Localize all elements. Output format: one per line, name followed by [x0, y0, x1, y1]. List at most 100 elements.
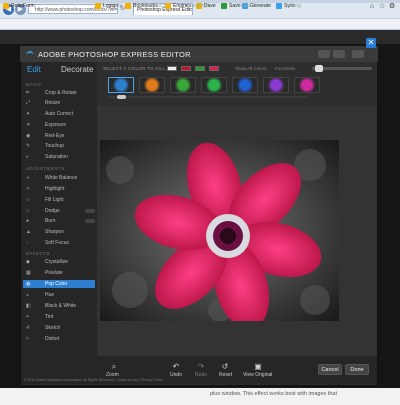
thumb-scrollbar-handle[interactable]: [117, 95, 126, 99]
flower-photo[interactable]: [100, 140, 339, 321]
pop-color-icon: ◍: [26, 281, 31, 287]
save-icon: [221, 2, 227, 9]
eye-icon: ◉: [26, 133, 31, 139]
site-nav-products[interactable]: Products: [145, 3, 167, 9]
highlight-icon: ✧: [26, 186, 31, 192]
view-original-icon[interactable]: ▣: [253, 362, 263, 371]
tab-decorate[interactable]: Decorate: [61, 65, 93, 74]
soft-focus-icon: ◌: [26, 240, 29, 246]
color-swatch-3[interactable]: [209, 66, 219, 71]
crop-icon: ⌗: [26, 90, 29, 96]
preview-thumb-7[interactable]: [294, 77, 320, 93]
view-original-button[interactable]: View Original: [243, 372, 272, 378]
tool-touchup[interactable]: ✎ Touchup: [23, 142, 95, 150]
color-swatch-white[interactable]: [167, 66, 177, 71]
section-basic: BASIC: [26, 82, 43, 87]
fullscreen-icon[interactable]: [352, 50, 364, 58]
settings-icon[interactable]: [333, 50, 345, 58]
site-nav-online-tools[interactable]: Online Tools: [235, 3, 265, 9]
saturation-icon: ◐: [26, 154, 30, 160]
gear-icon[interactable]: ⚙: [388, 3, 396, 11]
site-nav-blog[interactable]: Blog: [290, 3, 301, 9]
preview-thumb-3[interactable]: [170, 77, 196, 93]
tool-white-balance[interactable]: ◑ White Balance: [23, 174, 95, 182]
color-swatch-2[interactable]: [195, 66, 205, 71]
tool-highlight[interactable]: ✧ Highlight: [23, 185, 95, 193]
tool-soft-focus[interactable]: ◌ Soft Focus: [23, 239, 95, 247]
tool-pixelate[interactable]: ▦ Pixelate: [23, 269, 95, 277]
bookmarks-icon: [125, 2, 131, 9]
brush-icon: ✎: [26, 143, 31, 149]
black-white-icon: ◧: [26, 303, 31, 309]
sketch-icon: ✐: [26, 325, 31, 331]
site-nav-bar: [0, 30, 400, 44]
dodge-toggle[interactable]: [85, 209, 95, 213]
color-swatch-1[interactable]: [181, 66, 191, 71]
preview-thumb-5[interactable]: [232, 77, 258, 93]
site-body-text: plus window. This effect works best with…: [210, 391, 337, 397]
wrench-icon[interactable]: [318, 50, 330, 58]
tool-crystallize[interactable]: ◆ Crystallize: [23, 258, 95, 266]
show-all-colors-label[interactable]: Show All Colors: [235, 66, 267, 71]
tool-burn[interactable]: ● Burn: [23, 217, 95, 225]
sync-icon: [276, 2, 282, 9]
redo-icon[interactable]: ↷: [196, 362, 206, 371]
cancel-button[interactable]: Cancel: [318, 364, 342, 375]
tool-dodge[interactable]: ○ Dodge: [23, 207, 95, 215]
tool-resize[interactable]: ⤢ Resize: [23, 99, 95, 107]
preview-thumb-1[interactable]: [108, 77, 134, 93]
site-nav-learning[interactable]: Learning: [185, 3, 206, 9]
home-icon[interactable]: ⌂: [368, 3, 376, 11]
roboform-icon: [3, 2, 9, 9]
crystallize-icon: ◆: [26, 259, 30, 265]
tool-distort[interactable]: ≈ Distort: [23, 335, 95, 343]
distort-icon: ≈: [26, 336, 29, 342]
copyright-text: © 2012 Adobe Systems Incorporated. All R…: [24, 378, 163, 382]
tab-edit[interactable]: Edit: [27, 65, 41, 74]
reset-icon[interactable]: ↺: [220, 362, 230, 371]
exposure-icon: ☀: [26, 122, 31, 128]
burn-toggle[interactable]: [85, 219, 95, 223]
preview-thumb-2[interactable]: [139, 77, 165, 93]
redo-button[interactable]: Redo: [195, 372, 207, 378]
tool-sketch[interactable]: ✐ Sketch: [23, 324, 95, 332]
tool-black-white[interactable]: ◧ Black & White: [23, 302, 95, 310]
star-icon[interactable]: ☆: [378, 3, 386, 11]
zoom-icon[interactable]: ⌕: [109, 362, 119, 371]
tool-crop-rotate[interactable]: ⌗ Crop & Rotate: [23, 89, 95, 97]
preview-thumb-4[interactable]: [201, 77, 227, 93]
bookmark-roboform[interactable]: RoboForm: [3, 2, 35, 10]
site-nav-me[interactable]: Me: [115, 3, 123, 9]
sharpen-icon: ▲: [26, 229, 31, 235]
tool-sharpen[interactable]: ▲ Sharpen: [23, 228, 95, 236]
bookmarks-bar: [0, 18, 400, 30]
preview-thumb-6[interactable]: [263, 77, 289, 93]
tool-exposure[interactable]: ☀ Exposure: [23, 121, 95, 129]
done-button[interactable]: Done: [345, 364, 369, 375]
thumb-scrollbar[interactable]: [107, 96, 307, 98]
wand-icon: ✦: [26, 111, 31, 117]
select-color-label: SELECT A COLOR TO KILL: [103, 66, 166, 71]
fuzziness-slider-handle[interactable]: [314, 65, 323, 72]
white-balance-icon: ◑: [26, 175, 30, 181]
editor-title: ADOBE PHOTOSHOP EXPRESS EDITOR: [38, 50, 191, 59]
photoshop-logo-icon: [26, 51, 34, 54]
fill-light-icon: ☼: [26, 197, 31, 203]
burn-icon: ●: [26, 218, 30, 224]
tool-auto-correct[interactable]: ✦ Auto Correct: [23, 110, 95, 118]
tool-red-eye[interactable]: ◉ Red-Eye: [23, 132, 95, 140]
tool-pop-color[interactable]: ◍ Pop Color: [23, 280, 95, 288]
hue-icon: ◒: [26, 292, 30, 298]
undo-icon[interactable]: ↶: [171, 362, 181, 371]
tool-fill-light[interactable]: ☼ Fill Light: [23, 196, 95, 204]
section-effects: EFFECTS: [26, 251, 51, 256]
tint-icon: ◓: [26, 314, 30, 320]
tool-tint[interactable]: ◓ Tint: [23, 313, 95, 321]
undo-button[interactable]: Undo: [170, 372, 182, 378]
close-icon[interactable]: ✕: [366, 38, 376, 48]
reset-button[interactable]: Reset: [219, 372, 232, 378]
window-controls: ⌂ ☆ ⚙: [366, 3, 396, 11]
tool-saturation[interactable]: ◐ Saturation: [23, 153, 95, 161]
logins-icon: [95, 2, 101, 9]
tool-hue[interactable]: ◒ Hue: [23, 291, 95, 299]
